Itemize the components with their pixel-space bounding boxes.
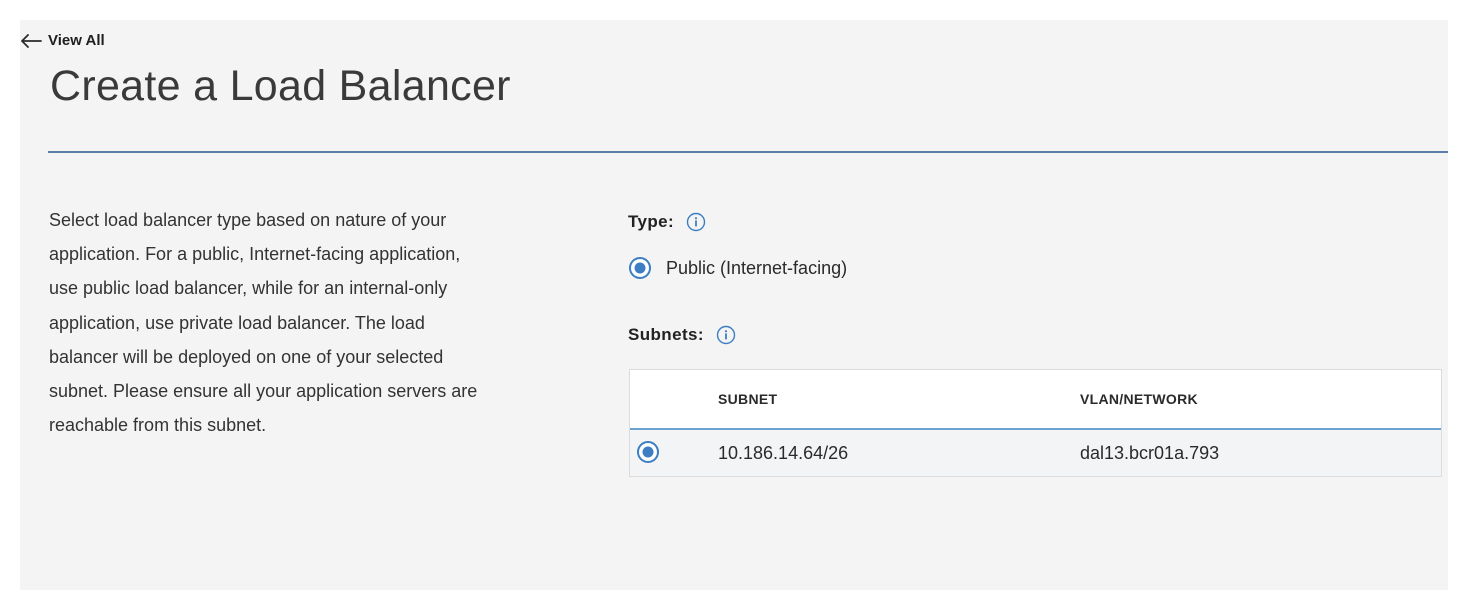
view-all-label: View All <box>48 32 105 49</box>
column-header-vlan-network: VLAN/NETWORK <box>1080 391 1198 407</box>
title-divider <box>48 151 1448 153</box>
column-header-subnet: SUBNET <box>718 391 778 407</box>
radio-public-internet-facing[interactable]: Public (Internet-facing) <box>628 256 847 280</box>
subnets-table: SUBNET VLAN/NETWORK 10.186.14.64/26 dal1… <box>629 369 1442 477</box>
radio-selected-icon[interactable] <box>628 256 652 280</box>
type-label: Type: <box>628 212 675 231</box>
subnets-field-header: Subnets: <box>628 325 736 345</box>
subnets-label: Subnets: <box>628 325 704 344</box>
info-icon[interactable] <box>716 325 736 345</box>
page-title: Create a Load Balancer <box>50 62 511 110</box>
view-all-link[interactable]: View All <box>20 32 105 49</box>
vlan-network-cell: dal13.bcr01a.793 <box>1080 442 1220 463</box>
radio-label-public: Public (Internet-facing) <box>666 257 848 278</box>
description-text: Select load balancer type based on natur… <box>49 210 478 436</box>
table-row[interactable]: 10.186.14.64/26 dal13.bcr01a.793 <box>630 430 1441 476</box>
table-header: SUBNET VLAN/NETWORK <box>630 370 1441 430</box>
create-load-balancer-panel: View All Create a Load Balancer Select l… <box>20 20 1448 590</box>
type-field-header: Type: <box>628 212 706 232</box>
subnet-cell: 10.186.14.64/26 <box>718 442 849 463</box>
arrow-left-icon <box>20 33 42 48</box>
info-icon[interactable] <box>686 212 706 232</box>
